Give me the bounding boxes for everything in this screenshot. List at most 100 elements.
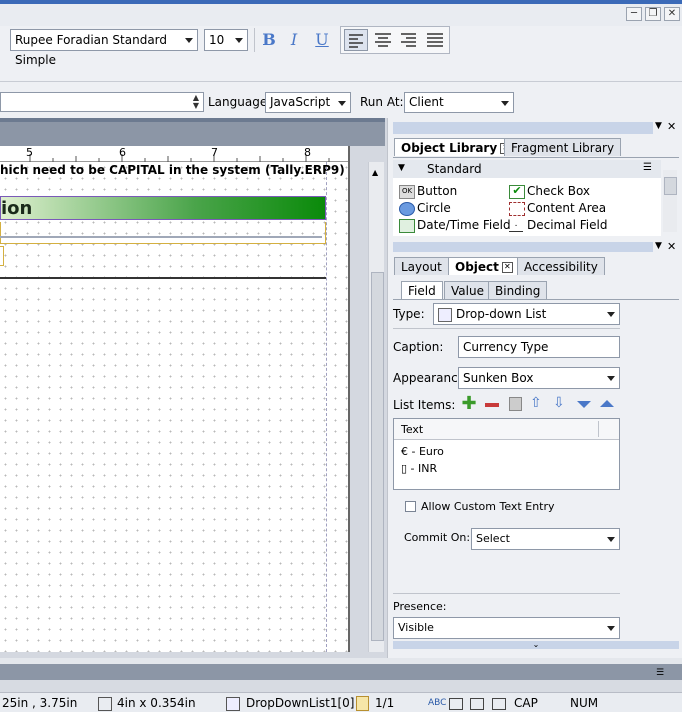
tab-strip-line (393, 157, 679, 158)
remove-item-icon[interactable] (485, 403, 499, 407)
library-item-button[interactable]: OK Button (397, 183, 457, 200)
ruler: 5 6 7 8 (0, 146, 350, 162)
italic-button[interactable]: I (283, 29, 305, 51)
subtab-field[interactable]: Field (401, 281, 443, 299)
spellcheck-icon[interactable]: ABC (428, 695, 446, 711)
bottom-menu-icon[interactable]: ☰ (656, 668, 664, 678)
group-menu-icon[interactable]: ☰ (643, 162, 652, 173)
list-items-label: List Items: (393, 398, 456, 412)
tab-fragment-library[interactable]: Fragment Library (504, 138, 622, 156)
subtab-field-label: Field (408, 284, 436, 298)
justify-button[interactable] (424, 29, 446, 51)
library-item-content-area[interactable]: Content Area (507, 200, 606, 217)
page-edge (348, 146, 350, 652)
canvas-header-strip (0, 118, 385, 122)
expand-panel-icon[interactable]: ⌄ (393, 641, 679, 649)
section-divider (0, 277, 326, 279)
add-item-icon[interactable]: ✚ (460, 395, 478, 413)
library-item-label: Check Box (527, 184, 591, 198)
subtab-strip-line (393, 299, 679, 300)
panel-menu-icon[interactable]: ▼ (655, 121, 662, 131)
scroll-thumb[interactable] (371, 272, 384, 641)
palette-menu-icon[interactable]: ▼ (655, 241, 662, 251)
close-tab-icon[interactable]: ✕ (501, 262, 513, 273)
align-right-button[interactable] (398, 29, 420, 51)
canvas-vertical-scrollbar[interactable]: ▲ (368, 162, 384, 652)
list-item[interactable]: € - Euro (401, 445, 444, 458)
layout-icon[interactable] (492, 698, 506, 710)
library-scrollbar[interactable] (663, 170, 677, 232)
ruler-tick-6: 6 (119, 146, 126, 159)
panel-close-icon[interactable]: ✕ (667, 120, 676, 133)
list-items-table[interactable]: Text € - Euro ▯ - INR (393, 418, 620, 490)
library-item-circle[interactable]: Circle (397, 200, 451, 217)
content-area-icon (509, 202, 525, 216)
move-up-icon[interactable]: ⇧ (530, 395, 542, 411)
margin-guide (326, 162, 327, 652)
library-list: OK Button ✔ Check Box Circle Content Are… (393, 178, 661, 236)
scroll-up-icon[interactable]: ▲ (372, 168, 378, 177)
underline-button[interactable]: U (311, 29, 333, 51)
decimal-icon: . (509, 219, 523, 232)
library-item-decimal-field[interactable]: . Decimal Field (507, 217, 607, 234)
view-icon[interactable] (449, 698, 463, 710)
subtab-value-label: Value (451, 284, 484, 298)
align-left-button[interactable] (344, 29, 368, 51)
palette-grip[interactable] (393, 242, 653, 252)
run-at-label: Run At: (360, 95, 404, 109)
presence-label: Presence: (393, 600, 447, 613)
library-group-header[interactable]: ▼ Standard ☰ (393, 160, 661, 178)
font-size-select[interactable]: 10 (204, 29, 248, 51)
align-center-button[interactable] (372, 29, 394, 51)
tab-layout[interactable]: Layout (394, 257, 449, 275)
library-scroll-thumb[interactable] (664, 177, 677, 195)
banner-subfield[interactable] (0, 222, 326, 244)
library-item-label: Date/Time Field (417, 218, 511, 232)
subtab-value[interactable]: Value (444, 281, 491, 299)
canvas-text-line[interactable]: hich need to be CAPITAL in the system (T… (0, 163, 345, 177)
restore-button[interactable]: ❐ (645, 7, 661, 21)
separator (393, 328, 620, 329)
commit-on-value: Select (476, 532, 510, 545)
menu-bar (0, 4, 682, 26)
library-item-date-time-field[interactable]: Date/Time Field (397, 217, 511, 234)
banner-field[interactable]: ion (0, 196, 326, 220)
subtab-binding[interactable]: Binding (488, 281, 548, 299)
group-collapse-icon[interactable]: ▼ (398, 163, 405, 173)
tab-object-library[interactable]: Object Library✕ (394, 138, 519, 156)
spin-arrows-icon[interactable]: ▲ ▼ (190, 94, 202, 110)
minimize-button[interactable]: ─ (626, 7, 642, 21)
font-family-select[interactable]: Rupee Foradian Standard Simple (10, 29, 198, 67)
presence-select[interactable]: Visible (393, 617, 620, 639)
allow-custom-checkbox[interactable] (405, 501, 416, 512)
type-value: Drop-down List (456, 307, 547, 321)
move-down-icon[interactable]: ⇩ (553, 395, 565, 411)
field-stub[interactable] (0, 246, 4, 266)
tab-object[interactable]: Object ✕ (448, 257, 520, 275)
align-right-icon (401, 33, 416, 47)
script-event-input[interactable] (0, 92, 204, 112)
list-item[interactable]: ▯ - INR (401, 462, 437, 475)
status-object: DropDownList1[0] (246, 696, 355, 710)
tab-accessibility[interactable]: Accessibility (517, 257, 605, 275)
type-select[interactable]: Drop-down List (433, 303, 620, 325)
appearance-select[interactable]: Sunken Box (458, 367, 620, 389)
library-item-label: Decimal Field (527, 218, 608, 232)
palette-close-icon[interactable]: ✕ (667, 240, 676, 253)
clipboard-icon[interactable] (509, 397, 522, 411)
run-at-select[interactable]: Client (404, 92, 514, 113)
library-item-check-box[interactable]: ✔ Check Box (507, 183, 590, 200)
sort-ascending-icon[interactable] (600, 400, 614, 407)
preview-icon[interactable] (470, 698, 484, 710)
allow-custom-label: Allow Custom Text Entry (421, 500, 555, 513)
close-button[interactable]: ✕ (664, 7, 680, 21)
language-select[interactable]: JavaScript (265, 92, 351, 113)
bold-button[interactable]: B (258, 29, 280, 51)
commit-on-select[interactable]: Select (471, 528, 620, 550)
caption-input[interactable]: Currency Type (458, 336, 620, 358)
sort-descending-icon[interactable] (577, 401, 591, 408)
status-num: NUM (570, 696, 599, 710)
status-bar: 25in , 3.75in 4in x 0.354in DropDownList… (0, 692, 682, 712)
object-icon (226, 697, 240, 711)
library-grip[interactable] (393, 122, 653, 134)
